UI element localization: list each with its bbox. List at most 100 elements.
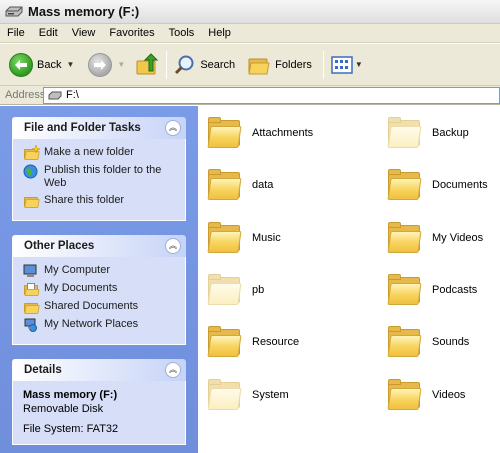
- folder-label: Resource: [252, 336, 300, 348]
- window-title: Mass memory (F:): [28, 4, 140, 19]
- place-my-documents[interactable]: My Documents: [23, 282, 177, 296]
- menu-file[interactable]: File: [0, 27, 32, 39]
- share-folder-icon: [23, 194, 40, 208]
- folder-icon: [206, 116, 242, 150]
- menu-help[interactable]: Help: [201, 27, 238, 39]
- collapse-icon[interactable]: ︽: [165, 362, 181, 378]
- place-my-computer[interactable]: My Computer: [23, 264, 177, 278]
- folder-backup[interactable]: Backup: [386, 116, 469, 150]
- folder-label: Attachments: [252, 127, 314, 139]
- folder-label: pb: [252, 284, 265, 296]
- folder-icon: [386, 221, 422, 255]
- panel-header[interactable]: Other Places ︽: [12, 235, 186, 257]
- place-label: My Computer: [44, 264, 111, 276]
- network-icon: [23, 318, 39, 332]
- collapse-icon[interactable]: ︽: [165, 238, 181, 254]
- folder-system[interactable]: System: [206, 378, 289, 412]
- title-bar: Mass memory (F:): [0, 0, 500, 24]
- panel-body: Mass memory (F:) Removable Disk File Sys…: [12, 381, 186, 445]
- folder-label: System: [252, 389, 289, 401]
- back-label: Back: [37, 58, 62, 71]
- forward-dropdown-icon[interactable]: ▼: [117, 60, 125, 69]
- folder-music[interactable]: Music: [206, 221, 281, 255]
- folder-icon: [386, 325, 422, 359]
- panel-body: Make a new folder Publish this folder to…: [12, 139, 186, 221]
- panel-title: Other Places: [24, 240, 95, 252]
- menu-tools[interactable]: Tools: [162, 27, 202, 39]
- folder-documents[interactable]: Documents: [386, 168, 488, 202]
- folder-label: Podcasts: [432, 284, 478, 296]
- place-my-network-places[interactable]: My Network Places: [23, 318, 177, 332]
- folder-pb[interactable]: pb: [206, 273, 264, 307]
- folders-icon: [248, 58, 270, 74]
- task-label: Make a new folder: [44, 146, 134, 158]
- folder-icon: [23, 300, 40, 314]
- folder-icon: [206, 325, 242, 359]
- up-folder-icon: [136, 52, 159, 74]
- panel-title: File and Folder Tasks: [24, 122, 141, 134]
- back-arrow-icon: [9, 52, 33, 77]
- details-filesystem: File System: FAT32: [23, 423, 119, 435]
- folder-videos[interactable]: Videos: [386, 378, 465, 412]
- address-input[interactable]: F:\: [43, 86, 500, 104]
- folder-label: Documents: [432, 179, 488, 191]
- up-folder-button[interactable]: [132, 48, 162, 82]
- panel-body: My Computer My Documents Shared Document…: [12, 257, 186, 345]
- task-pane: File and Folder Tasks ︽ Make a new folde…: [0, 106, 198, 453]
- details-panel: Details ︽ Mass memory (F:) Removable Dis…: [12, 359, 186, 445]
- toolbar-separator: [166, 50, 168, 79]
- folder-label: data: [252, 179, 274, 191]
- folder-attachments[interactable]: Attachments: [206, 116, 313, 150]
- menu-edit[interactable]: Edit: [32, 27, 65, 39]
- menu-view[interactable]: View: [65, 27, 103, 39]
- folder-sounds[interactable]: Sounds: [386, 325, 469, 359]
- hidden-folder-icon: [206, 378, 242, 412]
- task-label: Publish this folder to the Web: [44, 164, 162, 189]
- details-drive-name: Mass memory (F:): [23, 389, 118, 401]
- back-button[interactable]: Back ▼: [6, 48, 77, 82]
- hidden-folder-icon: [206, 273, 242, 307]
- globe-icon: [23, 164, 39, 179]
- views-dropdown-icon[interactable]: ▼: [355, 60, 363, 69]
- folder-view: Attachments Backup data Documents Music …: [198, 106, 500, 453]
- folder-icon: [206, 168, 242, 202]
- folders-label: Folders: [275, 58, 312, 71]
- hidden-folder-icon: [386, 116, 422, 150]
- collapse-icon[interactable]: ︽: [165, 120, 181, 136]
- panel-header[interactable]: Details ︽: [12, 359, 186, 381]
- file-folder-tasks-panel: File and Folder Tasks ︽ Make a new folde…: [12, 117, 186, 221]
- other-places-panel: Other Places ︽ My Computer My Documents: [12, 235, 186, 345]
- task-make-new-folder[interactable]: Make a new folder: [23, 145, 177, 160]
- folder-label: Sounds: [432, 336, 470, 348]
- toolbar-separator: [322, 50, 324, 79]
- details-drive-type: Removable Disk: [23, 403, 104, 415]
- menu-favorites[interactable]: Favorites: [102, 27, 161, 39]
- toolbar: Back ▼ ▼ Search Folders ▼: [0, 44, 500, 86]
- forward-button[interactable]: ▼: [85, 48, 128, 82]
- drive-icon: [5, 5, 23, 19]
- search-button[interactable]: Search: [171, 48, 238, 82]
- folder-icon: [206, 221, 242, 255]
- place-label: My Network Places: [44, 318, 139, 330]
- address-label: Address: [5, 89, 46, 101]
- task-share-folder[interactable]: Share this folder: [23, 194, 177, 208]
- documents-icon: [23, 282, 40, 296]
- task-publish-to-web[interactable]: Publish this folder to the Web: [23, 164, 177, 190]
- new-folder-icon: [23, 145, 40, 160]
- place-label: My Documents: [44, 282, 118, 294]
- panel-header[interactable]: File and Folder Tasks ︽: [12, 117, 186, 139]
- back-dropdown-icon[interactable]: ▼: [66, 60, 74, 69]
- folder-resource[interactable]: Resource: [206, 325, 299, 359]
- folders-button[interactable]: Folders: [244, 48, 315, 82]
- views-button[interactable]: ▼: [328, 48, 366, 82]
- folder-icon: [386, 273, 422, 307]
- forward-arrow-icon: [88, 52, 113, 77]
- menu-bar: File Edit View Favorites Tools Help: [0, 24, 500, 43]
- place-shared-documents[interactable]: Shared Documents: [23, 300, 177, 314]
- folder-icon: [386, 378, 422, 412]
- search-icon: [175, 55, 194, 74]
- folder-my-videos[interactable]: My Videos: [386, 221, 483, 255]
- folder-podcasts[interactable]: Podcasts: [386, 273, 477, 307]
- folder-label: Backup: [432, 127, 469, 139]
- folder-data[interactable]: data: [206, 168, 273, 202]
